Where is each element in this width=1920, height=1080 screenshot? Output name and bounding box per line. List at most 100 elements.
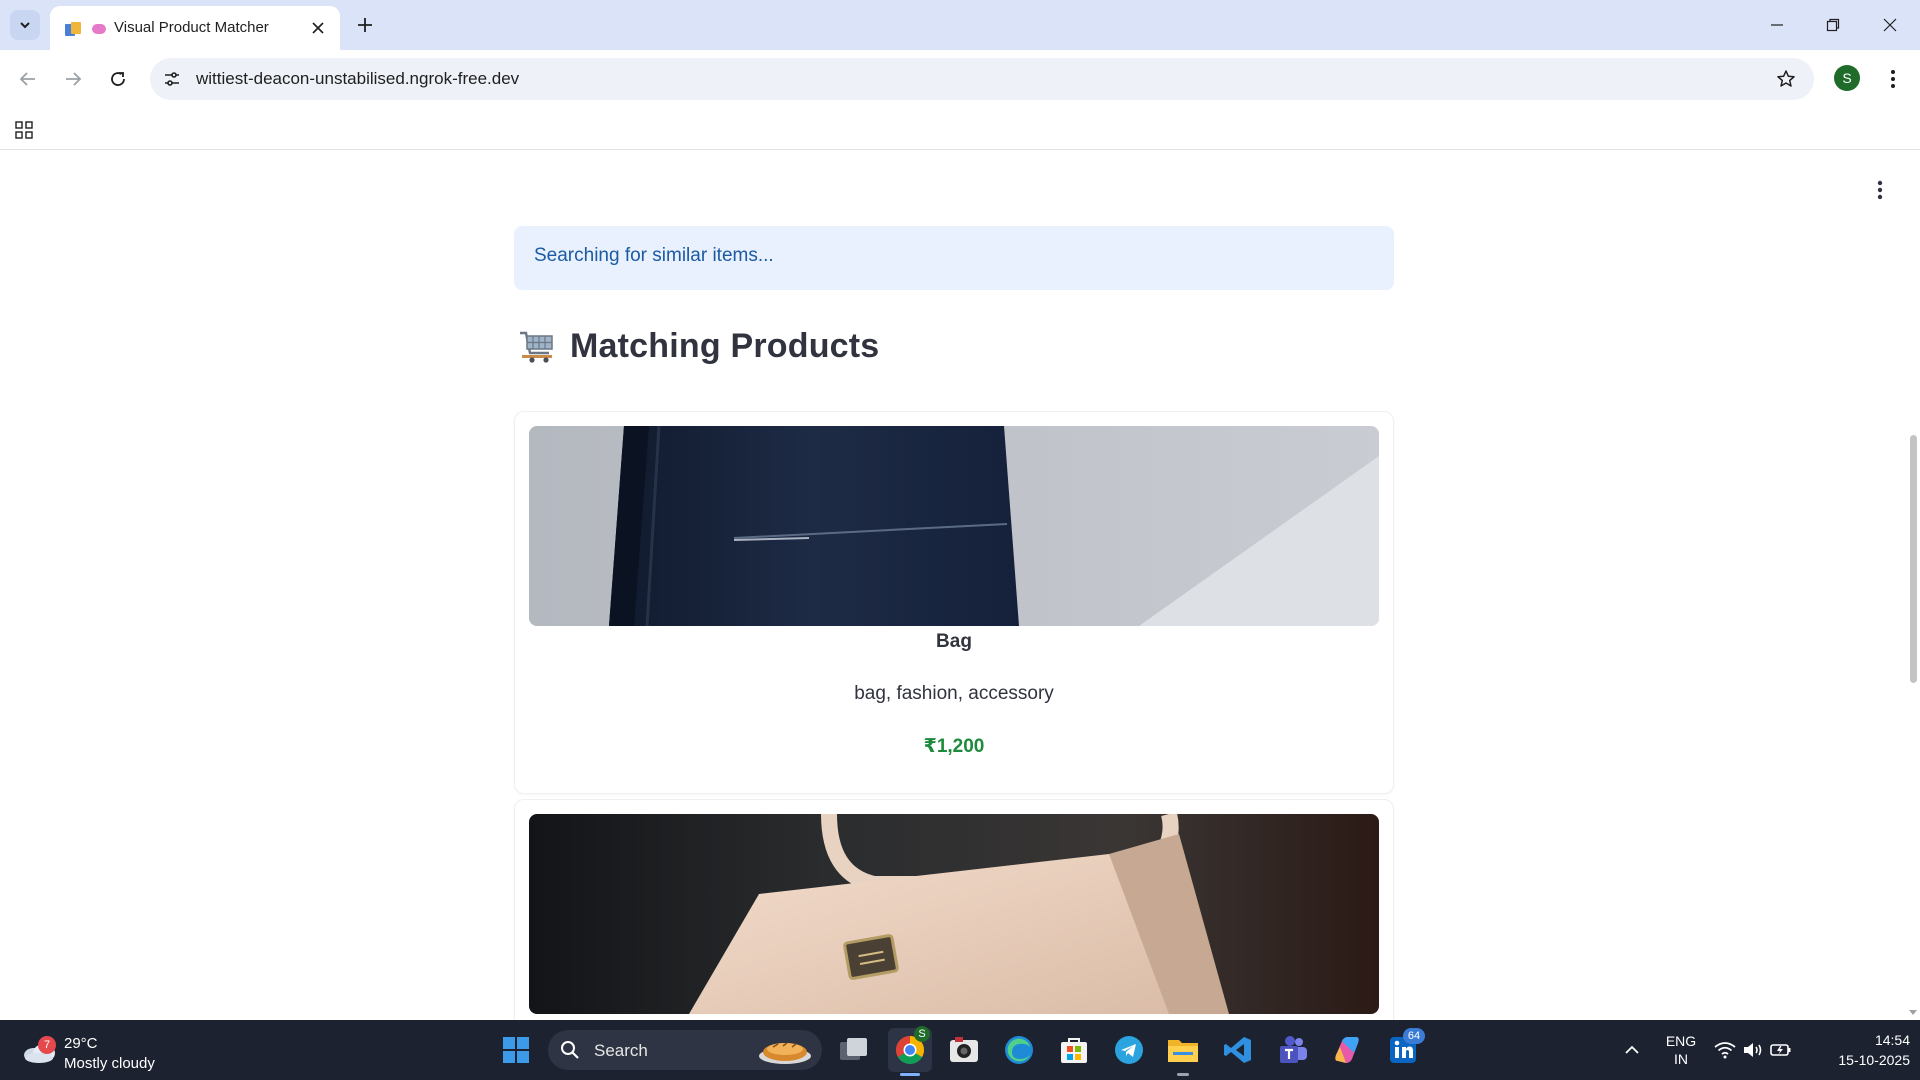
taskbar-teams[interactable] <box>1275 1032 1311 1068</box>
browser-tabstrip: Visual Product Matcher <box>0 0 1920 50</box>
site-info-button[interactable] <box>160 67 184 91</box>
system-tray-status[interactable] <box>1708 1032 1798 1068</box>
product-tags: bag, fashion, accessory <box>854 683 1054 704</box>
page-scrollbar-thumb[interactable] <box>1910 435 1917 683</box>
volume-icon <box>1744 1043 1762 1057</box>
arrow-right-icon <box>66 72 82 86</box>
folder-icon <box>1168 1040 1198 1062</box>
taskbar-edge[interactable] <box>1001 1032 1037 1068</box>
new-tab-button[interactable] <box>352 12 378 38</box>
clock-time: 14:54 <box>1874 1032 1910 1048</box>
clock[interactable]: 14:54 15-10-2025 <box>1810 1030 1910 1070</box>
search-highlight-pie-icon <box>759 1042 811 1064</box>
taskbar-store[interactable] <box>1056 1032 1092 1068</box>
app-favicon-icon <box>65 22 81 36</box>
close-icon <box>312 22 324 34</box>
shopping-cart-icon <box>520 331 553 363</box>
apps-grid-icon <box>15 121 33 139</box>
battery-icon <box>1770 1044 1791 1056</box>
app-main-menu-button[interactable] <box>1866 175 1894 205</box>
more-vertical-icon <box>1877 180 1883 200</box>
store-icon <box>1061 1038 1087 1063</box>
taskbar-chrome[interactable]: S <box>888 1026 932 1072</box>
browser-menu-button[interactable] <box>1880 64 1906 94</box>
task-view-button[interactable] <box>836 1032 872 1068</box>
taskbar-vscode[interactable] <box>1220 1032 1256 1068</box>
restore-button[interactable] <box>1813 10 1853 40</box>
page-title: Matching Products <box>570 326 880 365</box>
taskbar-search-label: Search <box>594 1041 648 1060</box>
weather-condition: Mostly cloudy <box>64 1055 155 1072</box>
explorer-open-indicator <box>1177 1073 1189 1076</box>
forward-button[interactable] <box>58 64 88 94</box>
apps-button[interactable] <box>10 116 38 144</box>
region-code: IN <box>1674 1051 1688 1067</box>
profile-avatar[interactable]: S <box>1834 65 1860 91</box>
arrow-left-icon <box>19 72 35 86</box>
minimize-icon <box>1771 24 1783 26</box>
start-button[interactable] <box>498 1032 534 1068</box>
scroll-down-arrow-icon[interactable] <box>1908 1007 1918 1017</box>
clock-date: 15-10-2025 <box>1838 1052 1910 1068</box>
bookmarks-bar <box>0 108 1920 150</box>
search-icon <box>561 1041 579 1059</box>
product-price: ₹1,200 <box>923 736 985 757</box>
restore-icon <box>1826 18 1840 32</box>
language-indicator[interactable]: ENG IN <box>1660 1032 1702 1068</box>
chrome-profile-badge: S <box>914 1026 930 1042</box>
product-name: Bag <box>936 631 972 652</box>
address-bar[interactable]: wittiest-deacon-unstabilised.ngrok-free.… <box>150 58 1814 100</box>
copilot-icon <box>1335 1037 1359 1063</box>
show-hidden-icons-button[interactable] <box>1614 1032 1650 1068</box>
weather-widget[interactable]: 7 29°C Mostly cloudy <box>20 1028 180 1072</box>
task-view-icon <box>840 1038 867 1060</box>
close-icon <box>1883 18 1897 32</box>
telegram-icon <box>1115 1036 1143 1064</box>
product-card: Bag bag, fashion, accessory ₹1,200 <box>514 411 1394 794</box>
tune-icon <box>165 72 179 86</box>
taskbar-search[interactable]: Search <box>548 1030 822 1070</box>
browser-tab-active[interactable]: Visual Product Matcher <box>50 6 340 50</box>
wifi-icon <box>1714 1042 1736 1059</box>
product-card <box>514 799 1394 1020</box>
edge-icon <box>1005 1036 1033 1064</box>
reload-button[interactable] <box>103 64 133 94</box>
status-info-box: Searching for similar items... <box>514 226 1394 290</box>
tab-search-button[interactable] <box>10 10 40 40</box>
taskbar-app-camera[interactable] <box>946 1032 982 1068</box>
url-text[interactable]: wittiest-deacon-unstabilised.ngrok-free.… <box>196 69 519 89</box>
weather-alert-badge: 7 <box>38 1036 56 1054</box>
chrome-active-indicator <box>900 1073 920 1076</box>
reload-icon <box>111 72 125 86</box>
language-code: ENG <box>1665 1033 1697 1049</box>
taskbar-telegram[interactable] <box>1111 1032 1147 1068</box>
bookmark-star-button[interactable] <box>1774 67 1798 91</box>
taskbar-linkedin[interactable]: 64 <box>1385 1028 1425 1068</box>
product-image-bag-white <box>529 814 1379 1014</box>
browser-toolbar: wittiest-deacon-unstabilised.ngrok-free.… <box>0 50 1920 108</box>
minimize-button[interactable] <box>1757 10 1797 40</box>
more-vertical-icon <box>1891 70 1895 88</box>
taskbar-copilot[interactable] <box>1330 1032 1366 1068</box>
taskbar-file-explorer[interactable] <box>1165 1032 1201 1068</box>
camera-app-icon <box>950 1037 978 1062</box>
tab-close-button[interactable] <box>308 18 328 38</box>
vscode-icon <box>1224 1037 1251 1063</box>
back-button[interactable] <box>13 64 43 94</box>
plus-icon <box>358 18 372 32</box>
section-heading: Matching Products <box>518 321 879 371</box>
chevron-down-icon <box>20 22 30 29</box>
linkedin-notification-badge: 64 <box>1403 1028 1425 1044</box>
tab-title: Visual Product Matcher <box>114 19 269 36</box>
weather-temperature: 29°C <box>64 1035 98 1052</box>
teams-icon <box>1280 1036 1307 1063</box>
chevron-up-icon <box>1625 1045 1639 1054</box>
close-window-button[interactable] <box>1870 10 1910 40</box>
windows-taskbar: 7 29°C Mostly cloudy Search S 64 ENG IN … <box>0 1020 1920 1080</box>
page-viewport: Searching for similar items... Matching … <box>0 151 1920 1020</box>
star-icon <box>1777 70 1795 87</box>
windows-logo-icon <box>503 1037 529 1063</box>
status-message: Searching for similar items... <box>534 245 774 266</box>
tab-group-dot-icon <box>92 24 106 34</box>
product-image-bag-navy <box>529 426 1379 626</box>
